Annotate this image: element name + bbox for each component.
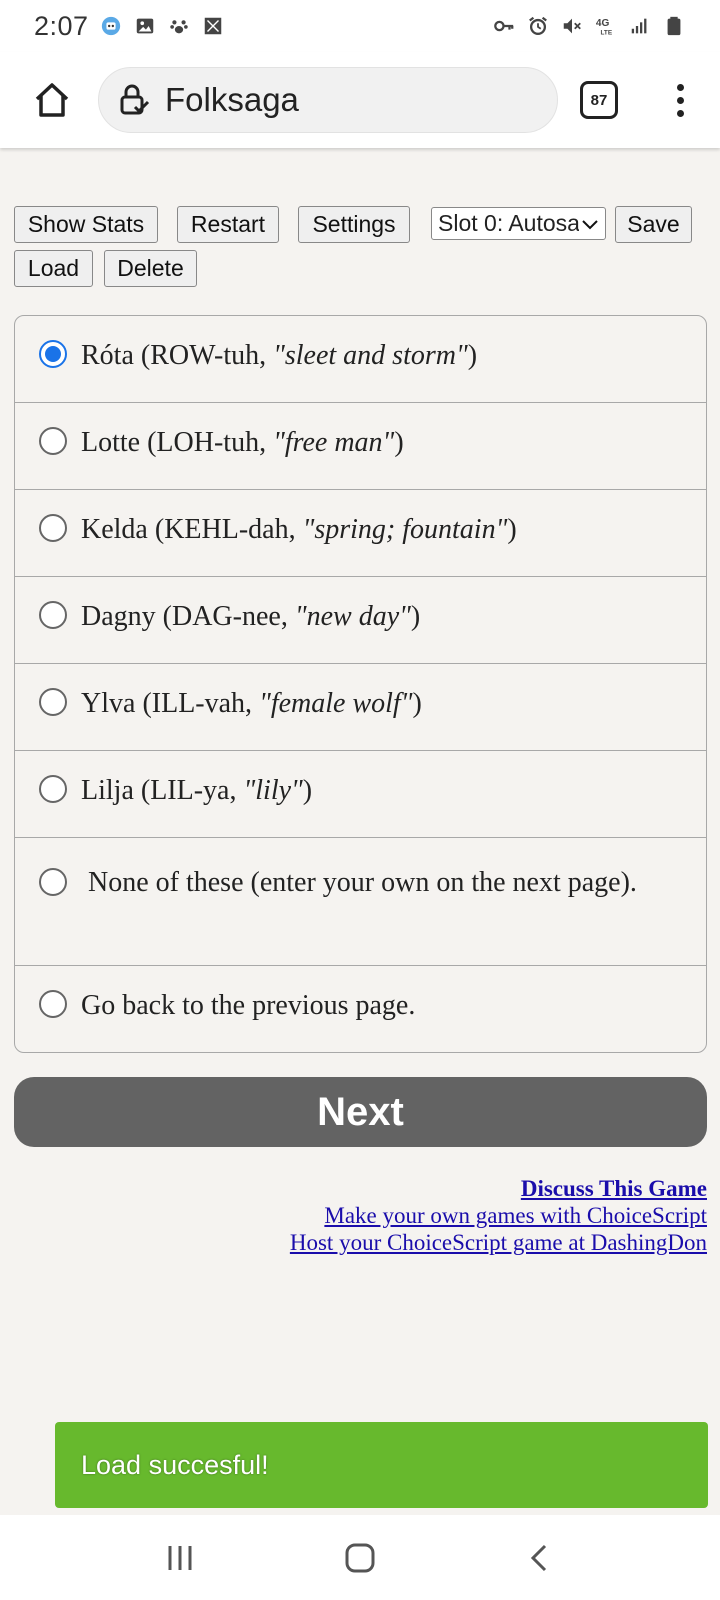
radio-button[interactable] [39,514,67,542]
radio-button[interactable] [39,427,67,455]
radio-button[interactable] [39,775,67,803]
choice-kelda[interactable]: Kelda (KEHL-dah, "spring; fountain") [15,490,706,577]
settings-button[interactable]: Settings [298,206,410,243]
radio-button[interactable] [39,601,67,629]
recents-icon [168,1545,192,1570]
save-button[interactable]: Save [615,206,692,243]
bot-icon [101,16,120,36]
radio-button-selected[interactable] [39,340,67,368]
load-button[interactable]: Load [14,250,93,287]
choice-label: Dagny (DAG-nee, "new day") [81,601,421,632]
tab-count-button[interactable]: 87 [580,81,618,119]
image-icon [136,18,153,34]
save-slot-value: Slot 0: Autosave [438,210,579,236]
choicescript-link[interactable]: Make your own games with ChoiceScript [290,1202,707,1229]
choice-label: None of these (enter your own on the nex… [88,867,637,898]
home-button[interactable] [28,76,76,124]
choice-dagny[interactable]: Dagny (DAG-nee, "new day") [15,577,706,664]
key-icon [494,20,514,32]
dashingdon-link[interactable]: Host your ChoiceScript game at DashingDo… [290,1229,707,1256]
radio-button[interactable] [39,990,67,1018]
chevron-down-icon [582,219,598,229]
discuss-link[interactable]: Discuss This Game [290,1175,707,1202]
status-bar: 2:07 4G LTE [0,0,720,52]
4g-lte-icon: 4GLTE [596,18,613,36]
home-nav-icon [345,1543,375,1572]
sticker-icon [204,17,221,35]
battery-icon [667,16,681,36]
paw-icon [169,20,188,34]
choice-label: Róta (ROW-tuh, "sleet and storm") [81,340,478,371]
delete-button[interactable]: Delete [104,250,197,287]
choice-go-back[interactable]: Go back to the previous page. [15,966,706,1052]
home-icon [35,83,69,117]
choice-label: Kelda (KEHL-dah, "spring; fountain") [81,514,517,545]
radio-button[interactable] [39,867,67,896]
browser-toolbar: Folksaga 87 [0,52,720,148]
choice-ylva[interactable]: Ylva (ILL-vah, "female wolf") [15,664,706,751]
next-button[interactable]: Next [14,1077,707,1147]
back-button[interactable] [520,1538,560,1578]
url-text: Folksaga [165,81,299,118]
svg-text:4G: 4G [596,18,610,29]
choice-label: Go back to the previous page. [81,990,416,1021]
status-time: 2:07 [34,10,89,41]
mute-icon [563,18,581,34]
choice-lotte[interactable]: Lotte (LOH-tuh, "free man") [15,403,706,490]
svg-text:LTE: LTE [601,29,613,36]
recents-button[interactable] [160,1538,200,1578]
footer-links: Discuss This Game Make your own games wi… [290,1175,707,1256]
toast-notification: Load succesful! [55,1422,708,1508]
home-nav-button[interactable] [340,1538,380,1578]
lock-check-icon [120,84,150,115]
system-nav-bar [0,1515,720,1600]
choice-rota[interactable]: Róta (ROW-tuh, "sleet and storm") [15,316,706,403]
choice-list: Róta (ROW-tuh, "sleet and storm") Lotte … [14,315,707,1053]
back-icon [530,1544,547,1571]
signal-icon [631,18,647,34]
url-bar[interactable]: Folksaga [98,67,558,133]
radio-button[interactable] [39,688,67,716]
overflow-menu-button[interactable] [674,83,686,117]
choice-label: Lilja (LIL-ya, "lily") [81,775,313,806]
restart-button[interactable]: Restart [177,206,279,243]
choice-label: Lotte (LOH-tuh, "free man") [81,427,404,458]
choice-none-of-these[interactable]: None of these (enter your own on the nex… [15,838,706,966]
alarm-icon [529,16,547,35]
choice-label: Ylva (ILL-vah, "female wolf") [81,688,422,719]
menu-dot-icon [676,96,684,104]
menu-dot-icon [676,83,684,91]
choice-lilja[interactable]: Lilja (LIL-ya, "lily") [15,751,706,838]
save-slot-select[interactable]: Slot 0: Autosave [431,207,606,240]
show-stats-button[interactable]: Show Stats [14,206,158,243]
menu-dot-icon [676,109,684,117]
